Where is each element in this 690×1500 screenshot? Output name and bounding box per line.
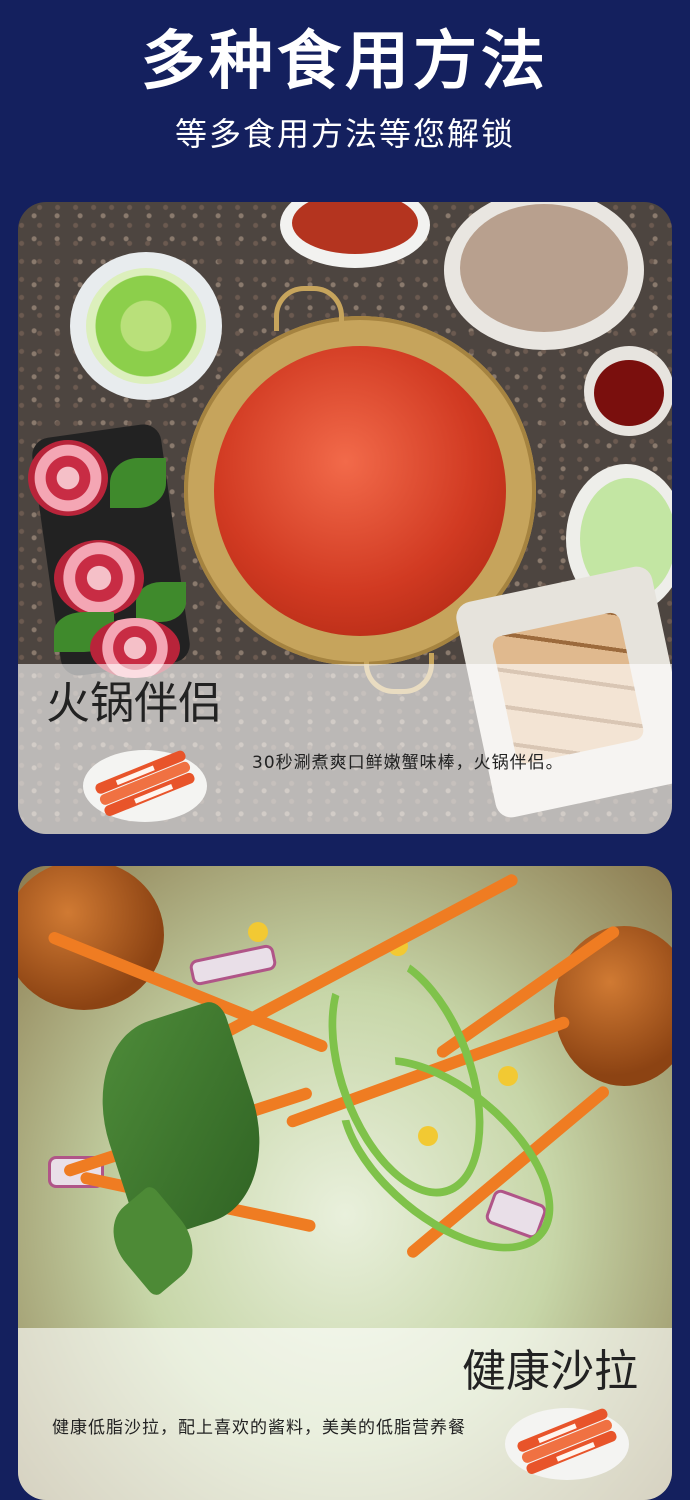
sauce-cup: [584, 346, 672, 436]
cucumber-plate: [70, 252, 222, 400]
tripe-plate: [444, 202, 644, 350]
fried-ball: [18, 866, 164, 1010]
page-title: 多种食用方法: [141, 25, 549, 99]
hotpot-card: 火锅伴侣 30秒涮煮爽口鲜嫩蟹味棒，火锅伴侣。: [18, 202, 672, 834]
salad-description: 健康低脂沙拉，配上喜欢的酱料，美美的低脂营养餐: [52, 1418, 466, 1438]
lettuce-leaf: [110, 458, 166, 508]
crab-stick-image: [83, 750, 207, 822]
crab-stick-image: [505, 1408, 629, 1480]
meat-rose: [28, 440, 108, 516]
hotpot-description: 30秒涮煮爽口鲜嫩蟹味棒，火锅伴侣。: [252, 753, 564, 773]
fried-ball: [554, 926, 672, 1086]
chili-plate: [280, 202, 430, 268]
meat-rose: [54, 540, 144, 616]
page-subtitle: 等多食用方法等您解锁: [174, 115, 515, 153]
lettuce-leaf: [136, 582, 186, 622]
header: 多种食用方法 等多食用方法等您解锁: [0, 0, 690, 200]
salad-label: 健康沙拉: [462, 1346, 638, 1397]
hotpot-label: 火锅伴侣: [46, 678, 222, 729]
salad-card: 健康沙拉 健康低脂沙拉，配上喜欢的酱料，美美的低脂营养餐: [18, 866, 672, 1500]
onion-slice: [188, 943, 278, 987]
hotpot-broth: [214, 346, 506, 636]
